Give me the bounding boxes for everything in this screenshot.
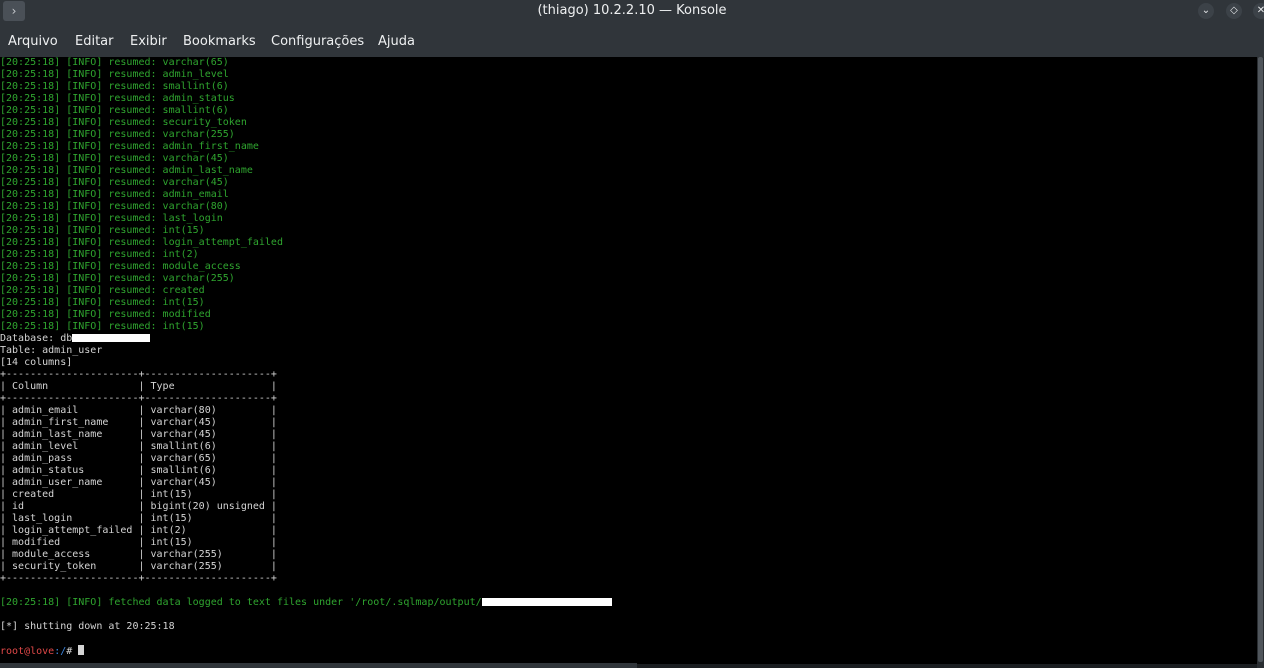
scrollbar-thumb[interactable] xyxy=(1258,57,1263,662)
log-line: [20:25:18] [INFO] resumed: created xyxy=(0,285,205,296)
table-header: | Column | Type | xyxy=(0,381,277,392)
table-border-top: +----------------------+----------------… xyxy=(0,369,277,380)
window-title: (thiago) 10.2.2.10 — Konsole xyxy=(537,3,727,18)
log-line: [20:25:18] [INFO] resumed: varchar(80) xyxy=(0,201,229,212)
menu-arquivo[interactable]: Arquivo xyxy=(8,34,58,49)
log-line: [20:25:18] [INFO] resumed: int(15) xyxy=(0,297,205,308)
table-rows: | admin_email | varchar(80) | | admin_fir… xyxy=(0,405,1257,573)
table-border-mid: +----------------------+----------------… xyxy=(0,393,277,404)
table-row: | login_attempt_failed | int(2) | xyxy=(0,525,277,536)
window-titlebar: › (thiago) 10.2.2.10 — Konsole ⌄ ◇ ✕ xyxy=(0,0,1264,24)
log-line: [20:25:18] [INFO] resumed: last_login xyxy=(0,213,223,224)
log-line: [20:25:18] [INFO] resumed: varchar(255) xyxy=(0,273,235,284)
log-line: [20:25:18] [INFO] resumed: int(15) xyxy=(0,225,205,236)
log-line: [20:25:18] [INFO] resumed: varchar(45) xyxy=(0,177,229,188)
database-line: Database: db xyxy=(0,333,1257,345)
log-line: [20:25:18] [INFO] resumed: admin_status xyxy=(0,93,235,104)
log-line: [20:25:18] [INFO] resumed: admin_level xyxy=(0,69,229,80)
table-row: | id | bigint(20) unsigned | xyxy=(0,501,277,512)
menu-bookmarks[interactable]: Bookmarks xyxy=(183,34,256,49)
prompt-symbol: # xyxy=(66,646,79,657)
text-cursor xyxy=(78,645,85,655)
shutdown-line: [*] shutting down at 20:25:18 xyxy=(0,621,175,632)
close-button[interactable]: ✕ xyxy=(1253,3,1264,19)
table-row: | admin_level | smallint(6) | xyxy=(0,441,277,452)
menu-configuracoes[interactable]: Configurações xyxy=(271,34,364,49)
table-row: | created | int(15) | xyxy=(0,489,277,500)
shell-prompt[interactable]: root@love:/# xyxy=(0,645,1257,657)
terminal-output[interactable]: [20:25:18] [INFO] resumed: varchar(65) [2… xyxy=(0,57,1257,668)
table-row: | admin_pass | varchar(65) | xyxy=(0,453,277,464)
log-line: [20:25:18] [INFO] resumed: admin_first_n… xyxy=(0,141,259,152)
menu-bar: Arquivo Editar Exibir Bookmarks Configur… xyxy=(0,24,1264,57)
table-line: Table: admin_user xyxy=(0,345,103,356)
log-line: [20:25:18] [INFO] resumed: admin_last_na… xyxy=(0,165,253,176)
log-line: [20:25:18] [INFO] resumed: login_attempt… xyxy=(0,237,283,248)
table-row: | last_login | int(15) | xyxy=(0,513,277,524)
window-bottom-edge xyxy=(0,663,637,668)
log-line: [20:25:18] [INFO] resumed: varchar(255) xyxy=(0,129,235,140)
columns-count-line: [14 columns] xyxy=(0,357,73,368)
sqlmap-log: [20:25:18] [INFO] resumed: varchar(65) [2… xyxy=(0,57,1257,333)
fetched-line: [20:25:18] [INFO] fetched data logged to… xyxy=(0,597,1257,609)
log-line: [20:25:18] [INFO] resumed: int(2) xyxy=(0,249,199,260)
window-bottom-edge-dark xyxy=(637,664,1257,668)
table-row: | admin_status | smallint(6) | xyxy=(0,465,277,476)
log-line: [20:25:18] [INFO] resumed: varchar(45) xyxy=(0,153,229,164)
table-row: | admin_user_name | varchar(45) | xyxy=(0,477,277,488)
table-row: | admin_last_name | varchar(45) | xyxy=(0,429,277,440)
menu-exibir[interactable]: Exibir xyxy=(130,34,167,49)
redacted-database-name xyxy=(72,334,151,342)
redacted-output-path xyxy=(481,598,612,606)
table-row: | module_access | varchar(255) | xyxy=(0,549,277,560)
log-line: [20:25:18] [INFO] resumed: smallint(6) xyxy=(0,105,229,116)
table-row: | modified | int(15) | xyxy=(0,537,277,548)
table-border-bottom: +----------------------+----------------… xyxy=(0,573,277,584)
log-line: [20:25:18] [INFO] resumed: security_toke… xyxy=(0,117,247,128)
log-line: [20:25:18] [INFO] resumed: module_access xyxy=(0,261,241,272)
minimize-button[interactable]: ⌄ xyxy=(1198,3,1214,19)
log-line: [20:25:18] [INFO] resumed: varchar(65) xyxy=(0,57,229,68)
table-row: | security_token | varchar(255) | xyxy=(0,561,277,572)
log-line: [20:25:18] [INFO] resumed: admin_email xyxy=(0,189,229,200)
prompt-path: :/ xyxy=(54,646,67,657)
prompt-user-host: root@love xyxy=(0,646,55,657)
table-row: | admin_first_name | varchar(45) | xyxy=(0,417,277,428)
log-line: [20:25:18] [INFO] resumed: modified xyxy=(0,309,211,320)
menu-editar[interactable]: Editar xyxy=(75,34,114,49)
terminal-scrollbar[interactable] xyxy=(1257,57,1264,668)
table-row: | admin_email | varchar(80) | xyxy=(0,405,277,416)
menu-ajuda[interactable]: Ajuda xyxy=(378,34,415,49)
columns-table: +----------------------+----------------… xyxy=(0,369,1257,585)
log-line: [20:25:18] [INFO] resumed: smallint(6) xyxy=(0,81,229,92)
maximize-button[interactable]: ◇ xyxy=(1226,3,1242,19)
log-line: [20:25:18] [INFO] resumed: int(15) xyxy=(0,321,205,332)
